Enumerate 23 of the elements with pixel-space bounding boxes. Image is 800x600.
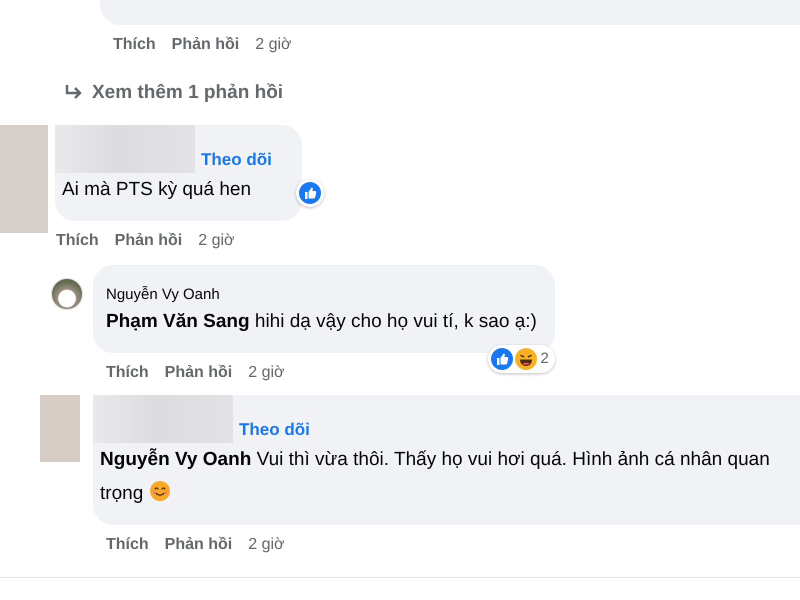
commenter-name[interactable]: Nguyễn Vy Oanh xyxy=(106,265,537,305)
avatar-photo xyxy=(51,278,83,310)
comment-time[interactable]: 2 giờ xyxy=(248,535,285,555)
blurred-avatar xyxy=(40,395,80,462)
comment-time[interactable]: 2 giờ xyxy=(255,35,292,55)
reply-link[interactable]: Phản hồi xyxy=(172,35,240,55)
comment-text: Ai mà PTS kỳ quá hen xyxy=(61,178,252,202)
like-link[interactable]: Thích xyxy=(106,363,149,383)
reply-link[interactable]: Phản hồi xyxy=(164,535,232,555)
comment-text: Phạm Văn Sang hihi dạ vậy cho họ vui tí, k sao ạ:) xyxy=(106,310,537,334)
follow-link[interactable]: Theo dõi xyxy=(239,395,310,442)
view-more-replies-link[interactable]: Xem thêm 1 phản hồi xyxy=(92,81,284,105)
like-link[interactable]: Thích xyxy=(56,231,99,251)
comment-time[interactable]: 2 giờ xyxy=(198,231,235,251)
comment-text: Nguyễn Vy Oanh Vui thì vừa thôi. Thấy họ vui hơi quá. Hình ảnh cá nhân quan trọng xyxy=(99,447,771,506)
laughing-reaction-icon xyxy=(514,347,538,371)
like-link[interactable]: Thích xyxy=(106,535,149,555)
reaction-count: 2 xyxy=(540,348,550,369)
follow-link[interactable]: Theo dõi xyxy=(201,125,272,172)
reply-link[interactable]: Phản hồi xyxy=(164,363,232,383)
reply-link[interactable]: Phản hồi xyxy=(114,231,182,251)
like-link[interactable]: Thích xyxy=(113,35,156,55)
comment-time[interactable]: 2 giờ xyxy=(248,363,285,383)
